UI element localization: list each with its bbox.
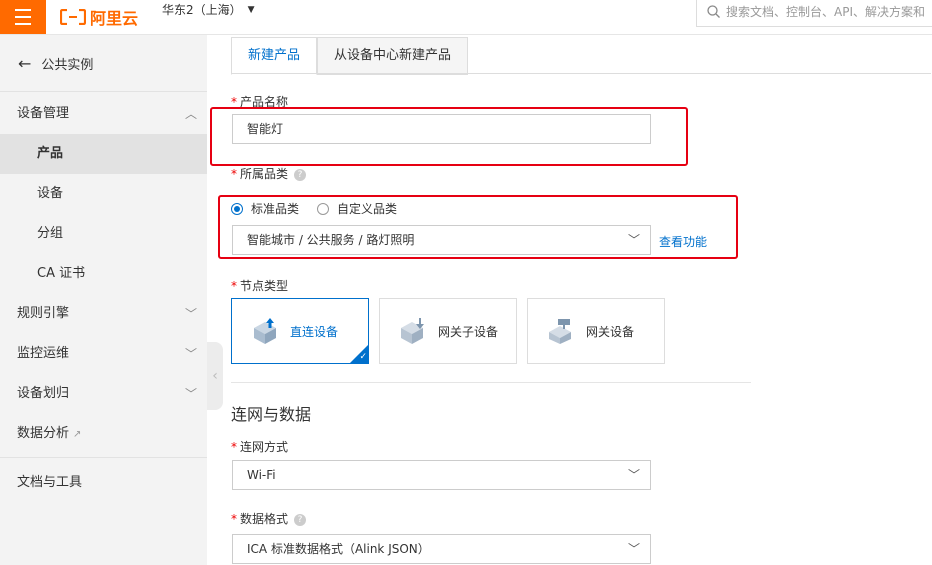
chevron-up-icon: ︿ xyxy=(184,107,197,121)
data-format-selected-value: ICA 标准数据格式（Alink JSON） xyxy=(247,542,430,556)
menu-icon-bar xyxy=(15,16,31,18)
sidebar-item-monitoring[interactable]: 监控运维 ﹀ xyxy=(0,334,207,374)
data-format-select[interactable]: ICA 标准数据格式（Alink JSON） ﹀ xyxy=(232,534,651,564)
sidebar-item-label: CA 证书 xyxy=(37,266,86,281)
logo-text: 阿里云 xyxy=(90,9,139,28)
sidebar-item-rule-engine[interactable]: 规则引擎 ﹀ xyxy=(0,294,207,334)
sidebar-item-group[interactable]: 分组 xyxy=(0,214,207,254)
top-bar: 阿里云 华东2（上海） ▼ 搜索文档、控制台、API、解决方案和 xyxy=(0,0,932,35)
sidebar-item-device-management[interactable]: 设备管理 ︿ xyxy=(0,94,207,134)
sidebar-item-label: 监控运维 xyxy=(17,346,70,361)
node-type-label-text: 网关设备 xyxy=(586,324,635,339)
menu-icon xyxy=(15,9,31,11)
tab-new-from-device-center[interactable]: 从设备中心新建产品 xyxy=(317,37,469,75)
caret-down-icon: ▼ xyxy=(247,5,255,15)
node-type-gateway-device[interactable]: 网关设备 xyxy=(527,298,665,364)
sidebar-item-label: 文档与工具 xyxy=(17,475,83,490)
section-title-network-data: 连网与数据 xyxy=(231,405,312,424)
tab-new-product[interactable]: 新建产品 xyxy=(231,37,318,75)
sidebar-item-label: 设备划归 xyxy=(17,386,70,401)
sidebar-item-label: 规则引擎 xyxy=(17,306,70,321)
search-box[interactable]: 搜索文档、控制台、API、解决方案和 xyxy=(696,0,932,27)
required-mark: * xyxy=(231,167,237,181)
gateway-device-icon xyxy=(549,319,571,344)
network-label: * 连网方式 xyxy=(231,438,288,455)
highlight-box-product-name xyxy=(210,107,688,166)
required-mark: * xyxy=(231,440,237,454)
back-label: 公共实例 xyxy=(41,57,94,73)
node-type-label-text: 网关子设备 xyxy=(438,324,499,339)
node-type-label-text: 节点类型 xyxy=(240,279,289,293)
direct-device-icon xyxy=(254,318,276,344)
sidebar: ← 公共实例 设备管理 ︿ 产品 设备 分组 CA 证书 规则引擎 ﹀ 监控运维… xyxy=(0,35,207,565)
highlight-box-category xyxy=(218,195,738,259)
sidebar-item-label-text: 数据分析 xyxy=(17,426,70,441)
hamburger-menu-button[interactable] xyxy=(0,0,46,34)
chevron-down-icon: ﹀ xyxy=(184,387,197,401)
sidebar-item-label: 分组 xyxy=(37,226,64,241)
main-content: 新建产品 从设备中心新建产品 * 产品名称 智能灯 * 所属品类? 标准品类 自定义… xyxy=(207,35,932,565)
search-icon xyxy=(707,4,720,18)
check-icon: ✓ xyxy=(359,352,367,362)
search-placeholder: 搜索文档、控制台、API、解决方案和 xyxy=(726,4,925,19)
sidebar-item-ca-cert[interactable]: CA 证书 xyxy=(0,254,207,294)
section-divider xyxy=(231,382,751,383)
required-mark: * xyxy=(231,279,237,293)
sidebar-divider xyxy=(0,457,207,458)
data-format-label-text: 数据格式 xyxy=(240,512,289,526)
external-link-icon: ↗ xyxy=(73,429,82,440)
chevron-down-icon: ﹀ xyxy=(627,468,640,482)
node-type-label: * 节点类型 xyxy=(231,277,288,294)
tab-divider xyxy=(231,73,931,74)
node-type-gateway-sub-device[interactable]: 网关子设备 xyxy=(379,298,517,364)
sidebar-item-label: 产品 xyxy=(37,146,64,161)
help-icon[interactable]: ? xyxy=(294,513,307,526)
sidebar-item-label: 数据分析 ↗ xyxy=(17,414,81,455)
tab-bar: 新建产品 从设备中心新建产品 xyxy=(231,37,469,75)
sidebar-item-device-assign[interactable]: 设备划归 ﹀ xyxy=(0,374,207,414)
sidebar-item-device[interactable]: 设备 xyxy=(0,174,207,214)
arrow-left-icon: ← xyxy=(18,53,32,73)
back-to-public-instance[interactable]: ← 公共实例 xyxy=(0,35,207,92)
sidebar-item-label: 设备 xyxy=(37,186,64,201)
sidebar-item-docs-tools[interactable]: 文档与工具 xyxy=(0,463,207,503)
aliyun-logo-icon xyxy=(60,9,86,25)
menu-icon-bar xyxy=(15,23,31,25)
aliyun-logo[interactable]: 阿里云 xyxy=(60,6,138,28)
network-label-text: 连网方式 xyxy=(240,440,289,454)
region-selector[interactable]: 华东2（上海） ▼ xyxy=(162,0,255,34)
network-select[interactable]: Wi-Fi ﹀ xyxy=(232,460,651,490)
network-selected-value: Wi-Fi xyxy=(247,468,276,482)
required-mark: * xyxy=(231,512,237,526)
category-label: * 所属品类? xyxy=(231,165,307,182)
region-label: 华东2（上海） xyxy=(162,3,242,17)
chevron-down-icon: ﹀ xyxy=(627,542,640,556)
node-type-label-text: 直连设备 xyxy=(290,324,339,339)
sidebar-item-label: 设备管理 xyxy=(17,106,70,121)
gateway-sub-device-icon xyxy=(401,318,424,344)
data-format-label: * 数据格式? xyxy=(231,510,307,527)
sidebar-item-product[interactable]: 产品 xyxy=(0,134,207,174)
node-type-direct-device[interactable]: 直连设备 ✓ xyxy=(231,298,369,364)
chevron-down-icon: ﹀ xyxy=(184,347,197,361)
help-icon[interactable]: ? xyxy=(294,168,307,181)
chevron-down-icon: ﹀ xyxy=(184,307,197,321)
sidebar-item-data-analysis[interactable]: 数据分析 ↗ xyxy=(0,414,207,454)
category-label-text: 所属品类 xyxy=(240,167,289,181)
